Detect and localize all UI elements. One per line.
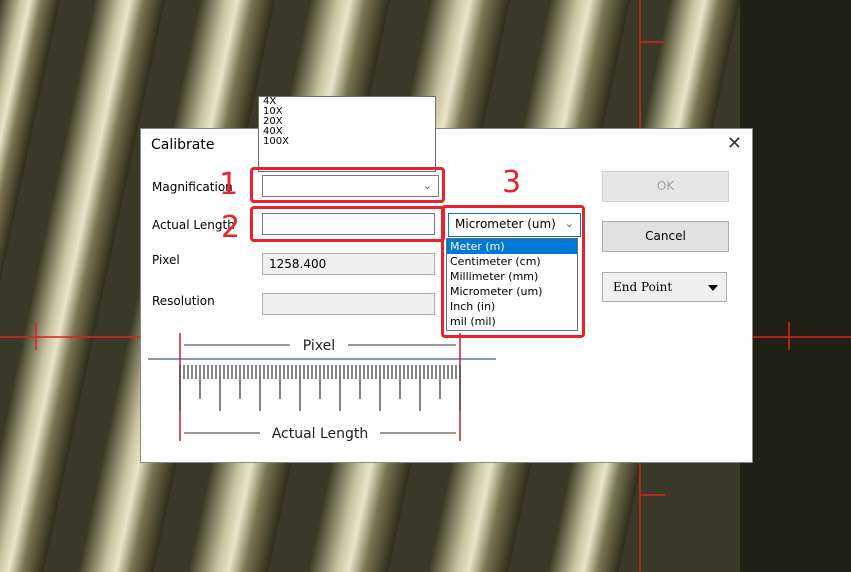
magnification-option[interactable]: 100X bbox=[259, 137, 435, 147]
dialog-title: Calibrate bbox=[151, 137, 215, 153]
annotation-number-1: 1 bbox=[219, 167, 239, 202]
magnification-option[interactable]: 4X bbox=[259, 97, 435, 107]
pixel-label: Pixel bbox=[152, 253, 180, 267]
annotation-box-2 bbox=[250, 206, 445, 242]
magnification-dropdown-list: 4X 10X 20X 40X 100X bbox=[258, 96, 436, 172]
diagram-pixel-label: Pixel bbox=[303, 338, 335, 354]
resolution-label: Resolution bbox=[152, 294, 215, 308]
annotation-box-3 bbox=[441, 205, 585, 338]
magnification-option[interactable]: 20X bbox=[259, 117, 435, 127]
resolution-value-field bbox=[262, 293, 435, 315]
cancel-button[interactable]: Cancel bbox=[602, 221, 729, 252]
annotation-box-1 bbox=[250, 167, 445, 203]
end-point-dropdown[interactable]: End Point bbox=[602, 272, 727, 302]
end-point-label: End Point bbox=[613, 280, 673, 294]
annotation-number-2: 2 bbox=[221, 210, 241, 245]
magnification-option[interactable]: 10X bbox=[259, 107, 435, 117]
ruler-ticks bbox=[179, 365, 461, 411]
pixel-value-field: 1258.400 bbox=[262, 253, 435, 275]
ok-button[interactable]: OK bbox=[602, 171, 729, 202]
annotation-number-3: 3 bbox=[502, 165, 522, 200]
triangle-down-icon bbox=[708, 285, 718, 291]
close-icon[interactable]: ✕ bbox=[727, 133, 742, 154]
diagram-actual-length-label: Actual Length bbox=[272, 426, 369, 442]
calibration-diagram: Pixel Actual Length bbox=[148, 333, 496, 442]
